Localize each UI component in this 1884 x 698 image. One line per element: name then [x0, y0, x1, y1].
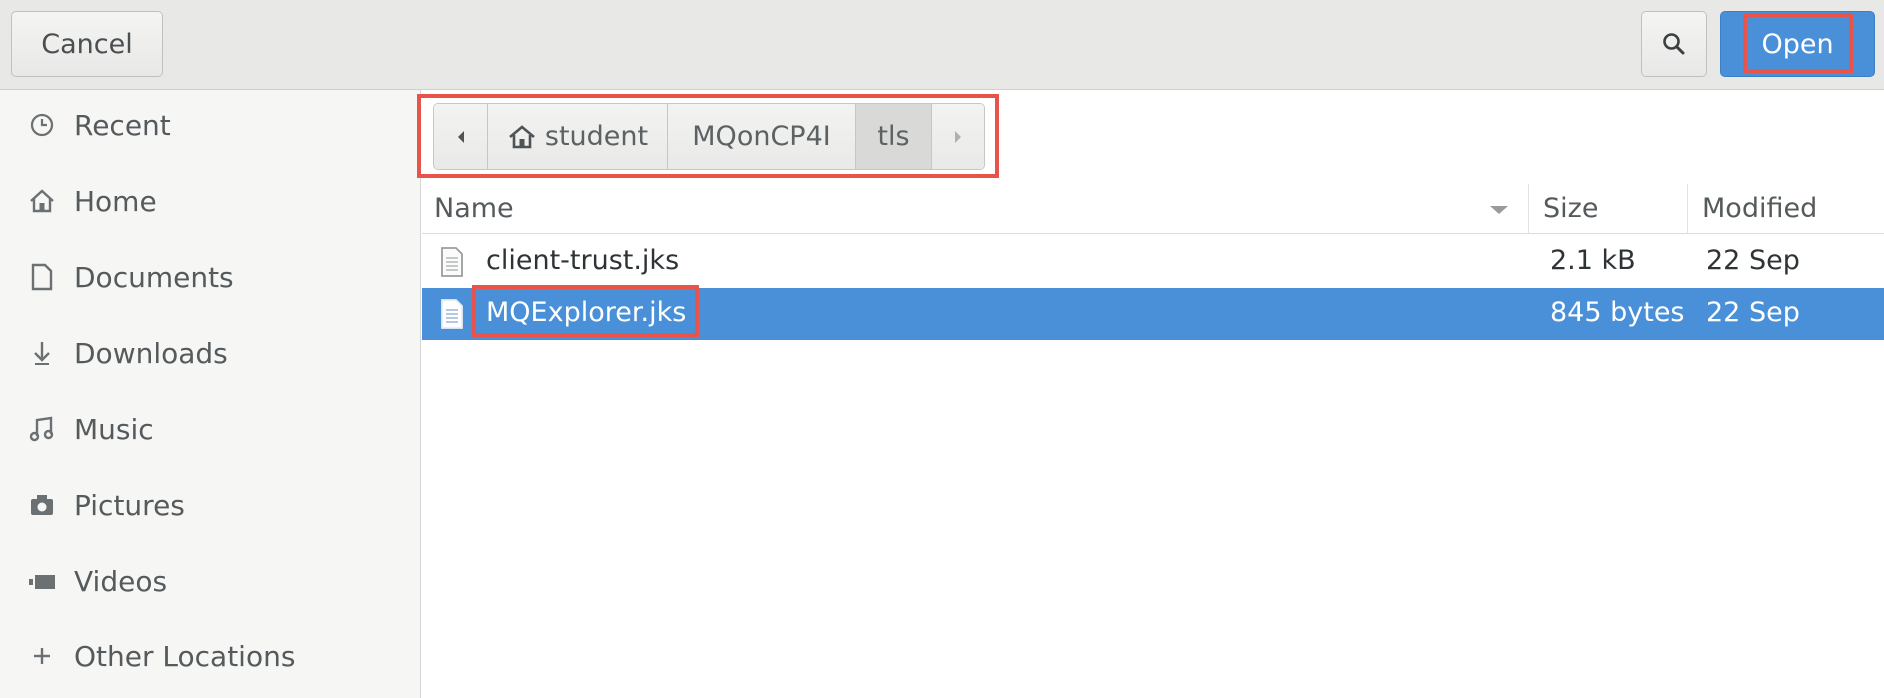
clock-icon — [26, 109, 58, 141]
file-row-selected[interactable]: MQExplorer.jks 845 bytes 22 Sep — [422, 288, 1884, 340]
sidebar-item-music[interactable]: Music — [0, 399, 420, 459]
camera-icon — [26, 489, 58, 521]
sidebar-item-downloads[interactable]: Downloads — [0, 323, 420, 383]
file-modified: 22 Sep — [1706, 297, 1800, 328]
path-scroll-left-button[interactable] — [434, 104, 488, 169]
file-name: MQExplorer.jks — [486, 297, 687, 328]
search-icon — [1663, 33, 1685, 55]
file-size: 845 bytes — [1550, 297, 1685, 328]
sidebar-item-other-locations[interactable]: Other Locations — [0, 626, 420, 686]
sidebar-item-label: Other Locations — [74, 639, 296, 673]
path-segment-label: MQonCP4I — [692, 121, 831, 152]
sidebar-item-label: Videos — [74, 564, 168, 598]
header-bar: Cancel Open — [0, 0, 1884, 90]
open-button[interactable]: Open — [1720, 11, 1875, 77]
plus-icon — [26, 640, 58, 672]
music-icon — [26, 413, 58, 445]
column-header-name[interactable]: Name — [422, 184, 1529, 234]
sidebar-item-label: Downloads — [74, 336, 228, 370]
file-size: 2.1 kB — [1550, 245, 1636, 276]
column-header-modified[interactable]: Modified — [1688, 184, 1884, 234]
sidebar-item-label: Recent — [74, 108, 171, 142]
sidebar-item-videos[interactable]: Videos — [0, 551, 420, 611]
places-sidebar: Recent Home Documents Downloads Music Pi… — [0, 90, 421, 698]
sidebar-item-label: Documents — [74, 260, 234, 294]
sidebar-item-pictures[interactable]: Pictures — [0, 475, 420, 535]
path-segment-mqoncp4i[interactable]: MQonCP4I — [668, 104, 856, 169]
home-icon — [26, 185, 58, 217]
column-header-label: Name — [434, 193, 514, 224]
path-bar: student MQonCP4I tls — [433, 103, 985, 170]
download-icon — [26, 337, 58, 369]
text-file-icon — [441, 247, 463, 277]
column-header-size[interactable]: Size — [1529, 184, 1688, 234]
file-name: client-trust.jks — [486, 245, 680, 276]
column-header-label: Modified — [1702, 193, 1818, 224]
search-button[interactable] — [1641, 11, 1707, 77]
path-segment-tls[interactable]: tls — [856, 104, 932, 169]
video-icon — [26, 565, 58, 597]
file-row[interactable]: client-trust.jks 2.1 kB 22 Sep — [422, 236, 1884, 288]
path-segment-label: tls — [877, 121, 910, 152]
sidebar-item-documents[interactable]: Documents — [0, 247, 420, 307]
path-segment-label: student — [544, 121, 649, 152]
sidebar-item-home[interactable]: Home — [0, 171, 420, 231]
home-icon — [509, 124, 535, 148]
file-modified: 22 Sep — [1706, 245, 1800, 276]
sidebar-item-label: Music — [74, 412, 154, 446]
sidebar-item-label: Pictures — [74, 488, 185, 522]
sort-arrow-icon — [1490, 206, 1508, 214]
arrow-left-icon — [457, 130, 464, 143]
arrow-right-icon — [955, 130, 961, 143]
cancel-button[interactable]: Cancel — [11, 11, 163, 77]
path-segment-home[interactable]: student — [488, 104, 668, 169]
column-header-label: Size — [1543, 193, 1599, 224]
path-scroll-right-button[interactable] — [932, 104, 984, 169]
sidebar-item-label: Home — [74, 184, 157, 218]
text-file-icon — [441, 299, 463, 329]
sidebar-item-recent[interactable]: Recent — [0, 95, 420, 155]
document-icon — [26, 261, 58, 293]
